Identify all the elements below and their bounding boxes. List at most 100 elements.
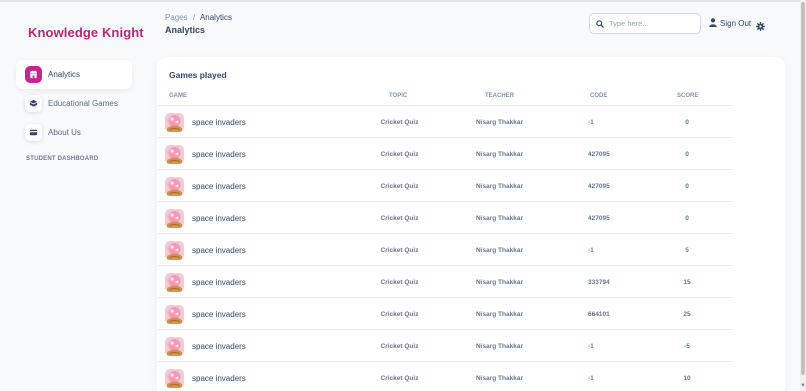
score-cell: 15 [683, 278, 691, 286]
teacher-cell: Nisarg Thakkar [476, 246, 523, 254]
sidebar-item-analytics[interactable]: Analytics [16, 60, 132, 89]
table-row[interactable]: space invaders Cricket Quiz Nisarg Thakkar… [157, 169, 733, 201]
game-name: space invaders [192, 213, 246, 223]
table-row[interactable]: space invaders Cricket Quiz Nisarg Thakkar… [157, 201, 733, 233]
game-cell: space invaders [165, 330, 246, 362]
code-cell: -1 [588, 342, 594, 350]
game-thumbnail [165, 144, 184, 164]
game-name: space invaders [192, 149, 246, 159]
code-cell: 427095 [588, 182, 610, 190]
breadcrumb-separator: / [192, 13, 196, 22]
game-cell: space invaders [165, 362, 246, 391]
scrollbar[interactable]: ▼ [800, 0, 806, 391]
game-name: space invaders [192, 277, 246, 287]
sidebar-section-title: STUDENT DASHBOARD [26, 156, 99, 162]
game-thumbnail [165, 112, 184, 132]
game-thumbnail [165, 304, 184, 324]
game-thumbnail [165, 336, 184, 356]
brand-title[interactable]: Knowledge Knight [28, 25, 144, 40]
search-input[interactable] [609, 19, 689, 28]
shop-icon [25, 66, 42, 83]
game-thumbnail [165, 368, 184, 388]
game-name: space invaders [192, 373, 246, 383]
search-icon [596, 15, 604, 33]
table-row[interactable]: space invaders Cricket Quiz Nisarg Thakkar… [157, 297, 733, 329]
game-name: space invaders [192, 117, 246, 127]
game-cell: space invaders [165, 106, 246, 138]
teacher-cell: Nisarg Thakkar [476, 374, 523, 382]
sidebar-item-about-us[interactable]: About Us [16, 118, 132, 147]
sign-out-button[interactable]: Sign Out [709, 18, 751, 29]
game-thumbnail [165, 176, 184, 196]
code-cell: -1 [588, 246, 594, 254]
game-cell: space invaders [165, 170, 246, 202]
gear-icon[interactable] [756, 18, 766, 31]
sidebar-item-label: Analytics [48, 70, 81, 79]
code-cell: -1 [588, 374, 594, 382]
card-title: Games played [169, 70, 227, 80]
topic-cell: Cricket Quiz [380, 246, 419, 254]
column-header-code: CODE [590, 93, 608, 99]
scrollbar-thumb[interactable] [801, 2, 805, 375]
game-thumbnail [165, 272, 184, 292]
table-row[interactable]: space invaders Cricket Quiz Nisarg Thakkar… [157, 361, 733, 391]
sidebar: Analytics Educational Games About Us [16, 60, 132, 147]
score-cell: 5 [685, 246, 689, 254]
code-cell: 427095 [588, 150, 610, 158]
window-top-border [0, 0, 806, 2]
topic-cell: Cricket Quiz [380, 278, 419, 286]
teacher-cell: Nisarg Thakkar [476, 278, 523, 286]
game-name: space invaders [192, 341, 246, 351]
page-title: Analytics [165, 25, 206, 35]
column-header-game: GAME [169, 93, 187, 99]
games-played-card: Games played GAME TOPIC TEACHER CODE SCO… [157, 57, 785, 391]
teacher-cell: Nisarg Thakkar [476, 214, 523, 222]
game-thumbnail [165, 208, 184, 228]
sidebar-item-label: About Us [48, 128, 81, 137]
column-header-topic: TOPIC [389, 93, 408, 99]
cube-icon [25, 95, 42, 112]
topic-cell: Cricket Quiz [380, 150, 419, 158]
topic-cell: Cricket Quiz [380, 374, 419, 382]
score-cell: 10 [683, 374, 691, 382]
topic-cell: Cricket Quiz [380, 118, 419, 126]
game-cell: space invaders [165, 266, 246, 298]
user-icon [709, 18, 717, 29]
teacher-cell: Nisarg Thakkar [476, 118, 523, 126]
score-cell: 0 [685, 182, 689, 190]
breadcrumb-current: Analytics [199, 13, 232, 22]
teacher-cell: Nisarg Thakkar [476, 310, 523, 318]
sidebar-item-educational-games[interactable]: Educational Games [16, 89, 132, 118]
sign-out-label: Sign Out [720, 19, 752, 28]
breadcrumb-root[interactable]: Pages [165, 13, 188, 22]
score-cell: 25 [683, 310, 691, 318]
scroll-down-icon[interactable]: ▼ [800, 383, 806, 389]
code-cell: 427095 [588, 214, 610, 222]
score-cell: -5 [684, 342, 690, 350]
code-cell: -1 [588, 118, 594, 126]
topic-cell: Cricket Quiz [380, 182, 419, 190]
card-icon [25, 124, 42, 141]
game-thumbnail [165, 240, 184, 260]
table-row[interactable]: space invaders Cricket Quiz Nisarg Thakkar… [157, 105, 733, 137]
game-cell: space invaders [165, 138, 246, 170]
table-row[interactable]: space invaders Cricket Quiz Nisarg Thakkar… [157, 137, 733, 169]
topic-cell: Cricket Quiz [380, 342, 419, 350]
topic-cell: Cricket Quiz [380, 310, 419, 318]
score-cell: 0 [685, 150, 689, 158]
teacher-cell: Nisarg Thakkar [476, 342, 523, 350]
code-cell: 333794 [588, 278, 610, 286]
teacher-cell: Nisarg Thakkar [476, 150, 523, 158]
column-header-teacher: TEACHER [485, 93, 515, 99]
breadcrumb: Pages / Analytics [165, 13, 232, 22]
table-row[interactable]: space invaders Cricket Quiz Nisarg Thakkar… [157, 265, 733, 297]
score-cell: 0 [685, 118, 689, 126]
search-box [589, 13, 701, 34]
table-row[interactable]: space invaders Cricket Quiz Nisarg Thakkar… [157, 329, 733, 361]
sidebar-item-label: Educational Games [48, 99, 118, 108]
table-row[interactable]: space invaders Cricket Quiz Nisarg Thakkar… [157, 233, 733, 265]
game-cell: space invaders [165, 298, 246, 330]
teacher-cell: Nisarg Thakkar [476, 182, 523, 190]
topic-cell: Cricket Quiz [380, 214, 419, 222]
code-cell: 664101 [588, 310, 610, 318]
